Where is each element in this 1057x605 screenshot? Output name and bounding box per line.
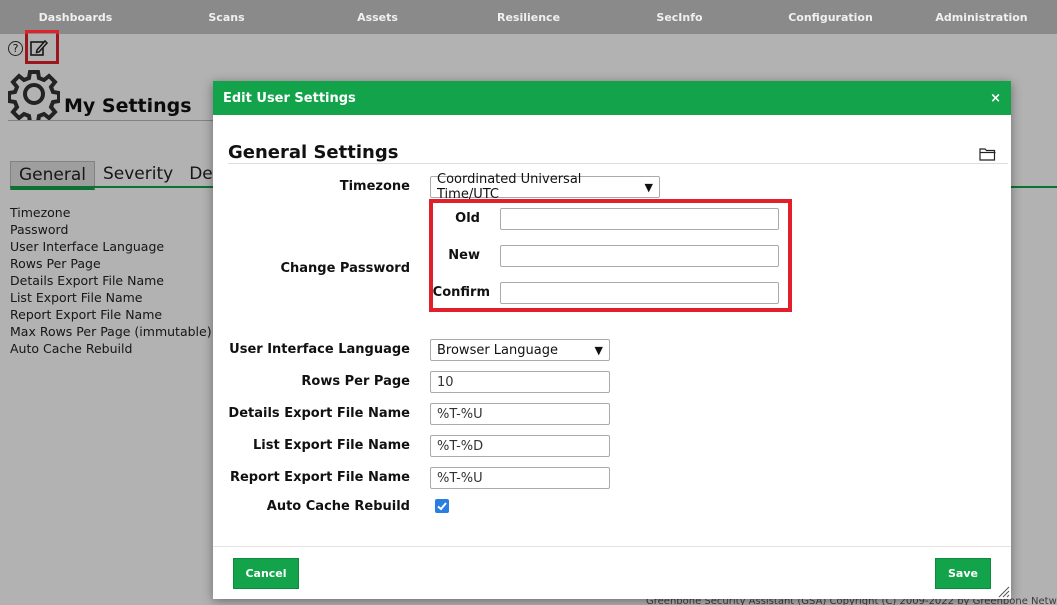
language-select[interactable]: Browser Language ▼ xyxy=(430,339,610,361)
auto-cache-label: Auto Cache Rebuild xyxy=(266,499,410,514)
list-export-label: List Export File Name xyxy=(252,438,410,453)
footer-divider xyxy=(213,546,1011,547)
checkmark-icon xyxy=(437,502,447,511)
section-divider xyxy=(228,163,1008,164)
nav-administration[interactable]: Administration xyxy=(906,11,1057,24)
nav-configuration[interactable]: Configuration xyxy=(755,11,906,24)
section-title: General Settings xyxy=(228,142,399,163)
resize-grip-icon[interactable] xyxy=(998,586,1010,598)
dialog-title: Edit User Settings xyxy=(223,90,356,106)
dropdown-arrow-icon: ▼ xyxy=(594,343,603,357)
nav-secinfo[interactable]: SecInfo xyxy=(604,11,755,24)
timezone-select[interactable]: Coordinated Universal Time/UTC ▼ xyxy=(430,172,660,202)
new-password-label: New xyxy=(448,248,480,263)
nav-assets[interactable]: Assets xyxy=(302,11,453,24)
confirm-password-input[interactable] xyxy=(500,282,779,304)
nav-scans[interactable]: Scans xyxy=(151,11,302,24)
rows-per-page-input[interactable] xyxy=(430,371,610,393)
save-button[interactable]: Save xyxy=(935,558,991,589)
dialog-header[interactable]: Edit User Settings × xyxy=(213,81,1011,115)
top-navigation: Dashboards Scans Assets Resilience SecIn… xyxy=(0,0,1057,34)
report-export-input[interactable] xyxy=(430,467,610,489)
folder-icon[interactable] xyxy=(979,147,996,161)
old-password-label: Old xyxy=(455,211,480,226)
nav-resilience[interactable]: Resilience xyxy=(453,11,604,24)
close-icon[interactable]: × xyxy=(990,91,1001,106)
list-export-input[interactable] xyxy=(430,435,610,457)
old-password-input[interactable] xyxy=(500,208,779,230)
details-export-label: Details Export File Name xyxy=(228,406,410,421)
edit-user-settings-dialog: Edit User Settings × General Settings Ti… xyxy=(213,81,1011,599)
change-password-label: Change Password xyxy=(280,261,410,276)
rows-per-page-label: Rows Per Page xyxy=(301,374,410,389)
details-export-input[interactable] xyxy=(430,403,610,425)
confirm-password-label: Confirm xyxy=(432,285,490,300)
language-value: Browser Language xyxy=(437,342,558,358)
timezone-label: Timezone xyxy=(339,179,410,194)
nav-dashboards[interactable]: Dashboards xyxy=(0,11,151,24)
dropdown-arrow-icon: ▼ xyxy=(644,180,653,194)
report-export-label: Report Export File Name xyxy=(229,470,410,485)
new-password-input[interactable] xyxy=(500,245,779,267)
cancel-button[interactable]: Cancel xyxy=(233,558,299,589)
timezone-value: Coordinated Universal Time/UTC xyxy=(437,172,582,202)
language-label: User Interface Language xyxy=(229,342,410,357)
auto-cache-checkbox[interactable] xyxy=(435,499,449,513)
